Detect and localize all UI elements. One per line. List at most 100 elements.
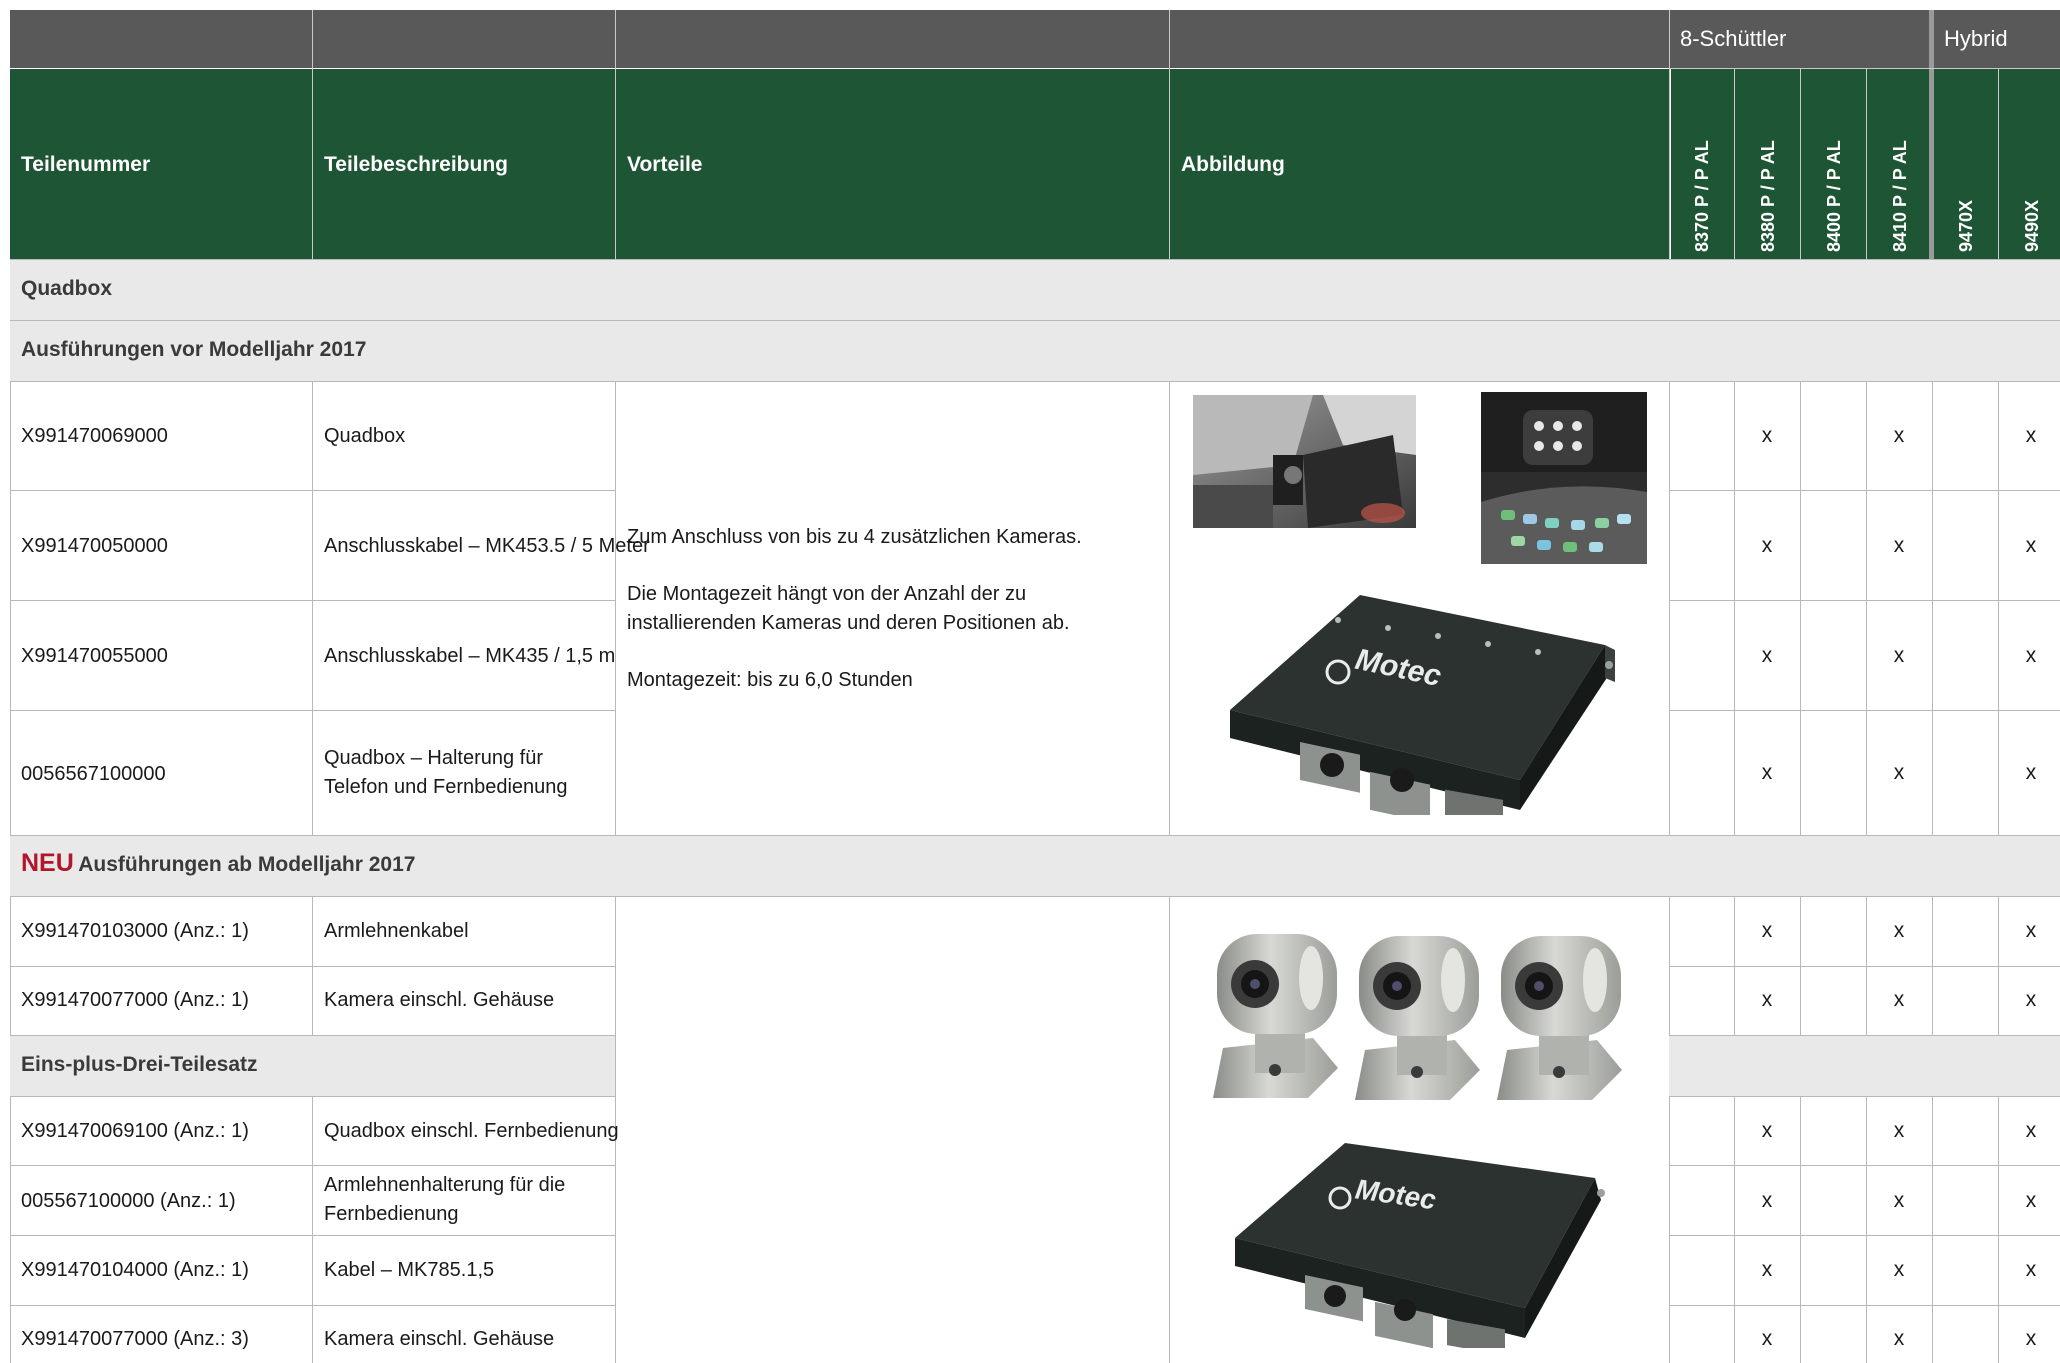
mark-8380: x [1761,1189,1773,1212]
part-description: Quadbox [324,425,406,447]
divider [312,382,313,835]
section-title: Eins-plus-Drei-Teilesatz [21,1053,258,1076]
mark-8380: x [1761,1119,1773,1142]
part-description: Quadbox einschl. Fernbedienung [324,1120,619,1142]
divider [1669,10,1670,259]
part-number: X991470069000 [21,425,168,447]
model-header-8370: 8370 P / P AL [1692,140,1712,252]
part-number: X991470077000 (Anz.: 1) [21,989,249,1011]
quadbox-device-image: Motec [1225,1138,1605,1356]
mark-8380: x [1761,644,1773,667]
mark-9490x: x [2025,644,2037,667]
divider [312,1096,313,1363]
divider [10,1235,615,1236]
divider [615,10,616,259]
part-description: Anschlusskabel – MK435 / 1,5 m [324,645,616,667]
col-header-teilenummer: Teilenummer [21,153,151,176]
part-description: Anschlusskabel – MK453.5 / 5 Meter [324,535,650,557]
mark-8380: x [1761,1258,1773,1281]
divider [1998,382,1999,835]
mark-8380: x [1761,761,1773,784]
mark-9490x: x [2025,919,2037,942]
mark-9490x: x [2025,424,2037,447]
mark-8410: x [1893,919,1905,942]
mark-8410: x [1893,761,1905,784]
mark-8380: x [1761,424,1773,447]
part-description: Kamera einschl. Gehäuse [324,989,555,1011]
part-number: 0056567100000 [21,763,166,785]
part-number: X991470050000 [21,535,168,557]
part-description: Quadbox – Halterung für Telefon und Fern… [324,747,568,798]
group-label-hybrid: Hybrid [1944,26,2008,51]
mark-8410: x [1893,1119,1905,1142]
divider [10,382,11,835]
mark-8410: x [1893,424,1905,447]
parts-table-page: 8-Schüttler Hybrid Teilenummer Teilebesc… [0,0,2060,1363]
vorteile-line: Montagezeit: bis zu 6,0 Stunden [627,669,913,691]
group-label-8-schuettler: 8-Schüttler [1680,26,1787,51]
group-divider [1929,10,1934,259]
model-header-8410: 8410 P / P AL [1890,140,1910,252]
divider [1866,1096,1867,1363]
divider [1169,382,1170,835]
divider [10,966,615,967]
model-header-9470x: 9470X [1956,199,1976,252]
vorteile-text: Zum Anschluss von bis zu 4 zusätzlichen … [627,523,1157,723]
section-title-new: NEU Ausführungen ab Modelljahr 2017 [21,849,415,878]
divider [615,382,616,835]
divider [1734,1096,1735,1363]
mark-9490x: x [2025,988,2037,1011]
mark-9490x: x [2025,534,2037,557]
camera-2 [1355,936,1480,1100]
divider [1169,897,1170,1363]
remote-control-photo [1481,392,1647,564]
mark-9490x: x [2025,1189,2037,1212]
divider [1800,1096,1801,1363]
part-number: X991470077000 (Anz.: 3) [21,1328,249,1350]
part-number: X991470055000 [21,645,168,667]
col-header-vorteile: Vorteile [627,153,703,176]
divider [10,1165,615,1166]
divider [1669,382,1670,835]
part-description: Armlehnenkabel [324,920,469,942]
divider [1669,1305,2060,1306]
mark-9490x: x [2025,761,2037,784]
divider [1800,69,1801,259]
divider [10,600,615,601]
mark-8380: x [1761,1327,1773,1350]
quadbox-device-image: Motec [1220,590,1620,828]
vorteile-line: Zum Anschluss von bis zu 4 zusätzlichen … [627,526,1082,548]
camera-1 [1213,934,1338,1098]
section-row-quadbox [10,259,2060,321]
part-number: X991470103000 (Anz.: 1) [21,920,249,942]
model-header-8380: 8380 P / P AL [1758,140,1778,252]
header-column-row [10,69,1670,259]
divider [1669,600,2060,601]
part-description: Kamera einschl. Gehäuse [324,1328,555,1350]
mark-8380: x [1761,988,1773,1011]
part-number: 005567100000 (Anz.: 1) [21,1190,236,1212]
mark-8410: x [1893,644,1905,667]
part-description: Armlehnenhalterung für die Fernbedienung [324,1174,566,1225]
model-header-8400: 8400 P / P AL [1824,140,1844,252]
mark-9490x: x [2025,1119,2037,1142]
model-header-9490x: 9490X [2022,199,2042,252]
mark-8410: x [1893,1189,1905,1212]
section-row-kit-right [1669,1035,2060,1097]
divider [1866,382,1867,835]
divider [1932,1096,1933,1363]
divider [1734,69,1735,259]
col-header-abbildung: Abbildung [1181,153,1285,176]
divider [1670,68,2060,69]
mark-8410: x [1893,1327,1905,1350]
mark-8410: x [1893,1258,1905,1281]
divider [1800,382,1801,835]
section-title: Quadbox [21,277,113,300]
section-title: Ausführungen ab Modelljahr 2017 [78,853,416,876]
mark-8380: x [1761,919,1773,942]
divider [1734,382,1735,835]
divider [1669,490,2060,491]
divider [10,490,615,491]
camera-set-image [1203,918,1633,1110]
mark-8380: x [1761,534,1773,557]
